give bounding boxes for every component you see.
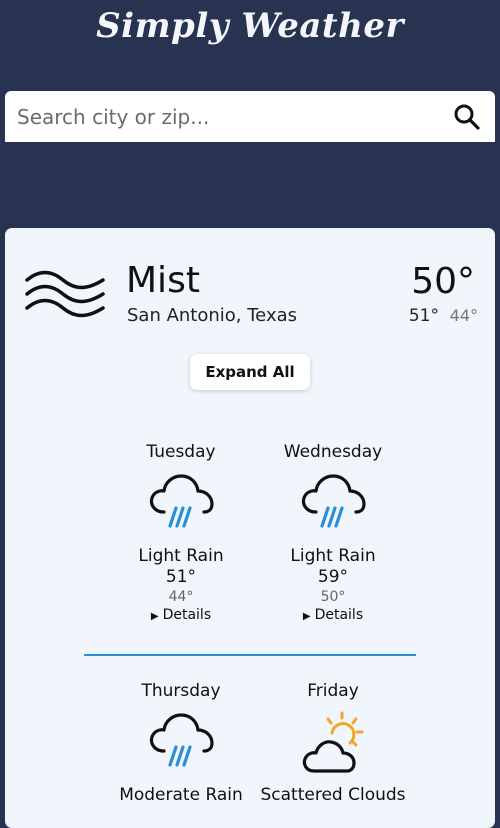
details-label: Details xyxy=(162,607,212,623)
forecast-day-name: Thursday xyxy=(141,681,221,701)
forecast-day-name: Tuesday xyxy=(146,442,216,462)
partly-cloudy-icon xyxy=(302,711,364,773)
expand-all-button[interactable]: Expand All xyxy=(190,354,310,390)
forecast-low: 50° xyxy=(320,589,346,605)
forecast-day: Thursday Moderate Rain xyxy=(101,681,261,805)
current-low: 44° xyxy=(449,306,478,325)
forecast-condition: Moderate Rain xyxy=(119,785,243,805)
divider xyxy=(84,654,416,656)
details-toggle[interactable]: ▶ Details xyxy=(101,607,261,623)
current-high: 51° xyxy=(408,306,439,326)
forecast-high: 51° xyxy=(165,567,197,587)
forecast-day: Friday Scattered Clouds xyxy=(253,681,413,805)
forecast-condition: Light Rain xyxy=(290,546,376,566)
forecast-day: Tuesday Light Rain 51° 44° ▶ Details xyxy=(101,442,261,623)
app-title: Simply Weather xyxy=(96,6,404,46)
forecast-day: Wednesday Light Rain 59° 50° ▶ Details xyxy=(253,442,413,623)
disclosure-triangle-icon: ▶ xyxy=(150,611,159,622)
mist-icon xyxy=(25,268,105,320)
current-temperature: 50° xyxy=(411,261,475,302)
current-condition: Mist xyxy=(126,260,200,301)
forecast-day-name: Friday xyxy=(307,681,359,701)
forecast-high: 59° xyxy=(317,567,349,587)
forecast-condition: Scattered Clouds xyxy=(260,785,406,805)
search-bar xyxy=(5,91,495,142)
weather-card: Mist San Antonio, Texas 50° 51° 44° Expa… xyxy=(5,228,495,828)
details-toggle[interactable]: ▶ Details xyxy=(253,607,413,623)
search-input[interactable] xyxy=(17,91,437,142)
current-location: San Antonio, Texas xyxy=(127,305,297,326)
forecast-day-name: Wednesday xyxy=(283,442,383,462)
forecast-condition: Light Rain xyxy=(138,546,224,566)
rain-cloud-icon xyxy=(301,474,366,528)
rain-cloud-icon xyxy=(149,474,214,528)
forecast-low: 44° xyxy=(168,589,194,605)
search-icon[interactable] xyxy=(453,103,481,131)
rain-cloud-icon xyxy=(149,713,214,767)
details-label: Details xyxy=(314,607,364,623)
disclosure-triangle-icon: ▶ xyxy=(302,611,311,622)
